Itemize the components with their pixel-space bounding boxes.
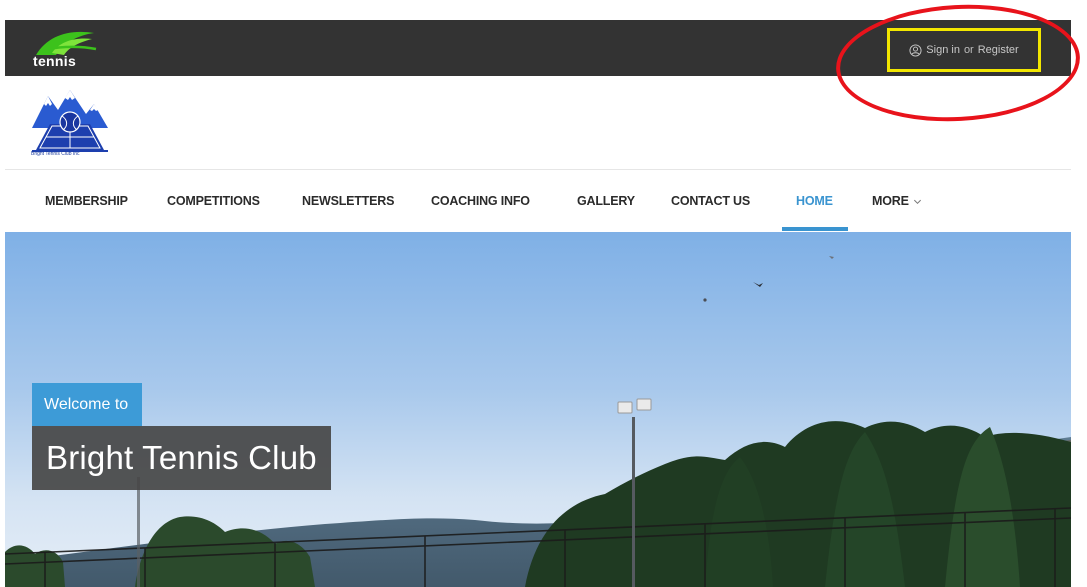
chevron-down-icon xyxy=(913,200,921,205)
hero-image xyxy=(5,232,1071,587)
club-logo-caption: Bright Tennis Club Inc xyxy=(31,151,80,157)
nav-item-contact-us[interactable]: CONTACT US xyxy=(671,170,750,232)
nav-item-home[interactable]: HOME xyxy=(796,170,833,232)
nav-item-coaching-info[interactable]: COACHING INFO xyxy=(431,170,530,232)
club-logo[interactable] xyxy=(30,88,110,160)
active-nav-indicator xyxy=(782,227,848,231)
hero-title: Bright Tennis Club xyxy=(32,426,331,490)
top-bar: tennis Sign in or Register xyxy=(5,20,1071,76)
tennis-logo-text: tennis xyxy=(33,53,77,69)
nav-item-membership[interactable]: MEMBERSHIP xyxy=(45,170,128,232)
nav-item-more-label: MORE xyxy=(872,194,909,208)
sign-in-link[interactable]: Sign in xyxy=(926,44,960,56)
nav-item-newsletters[interactable]: NEWSLETTERS xyxy=(302,170,394,232)
auth-separator: or xyxy=(963,44,974,56)
user-circle-icon xyxy=(909,43,922,57)
nav-item-gallery[interactable]: GALLERY xyxy=(577,170,635,232)
nav-item-competitions[interactable]: COMPETITIONS xyxy=(167,170,260,232)
mountain-tennis-logo-icon xyxy=(32,90,108,152)
main-navigation: MEMBERSHIP COMPETITIONS NEWSLETTERS COAC… xyxy=(5,170,1071,232)
hero-welcome-label: Welcome to xyxy=(32,383,143,426)
hero-photo-illustration xyxy=(5,232,1071,587)
auth-links-highlight: Sign in or Register xyxy=(887,28,1041,72)
page: tennis Sign in or Register Bright Tennis… xyxy=(0,0,1087,587)
nav-item-more[interactable]: MORE xyxy=(872,170,922,232)
register-link[interactable]: Register xyxy=(978,44,1019,56)
